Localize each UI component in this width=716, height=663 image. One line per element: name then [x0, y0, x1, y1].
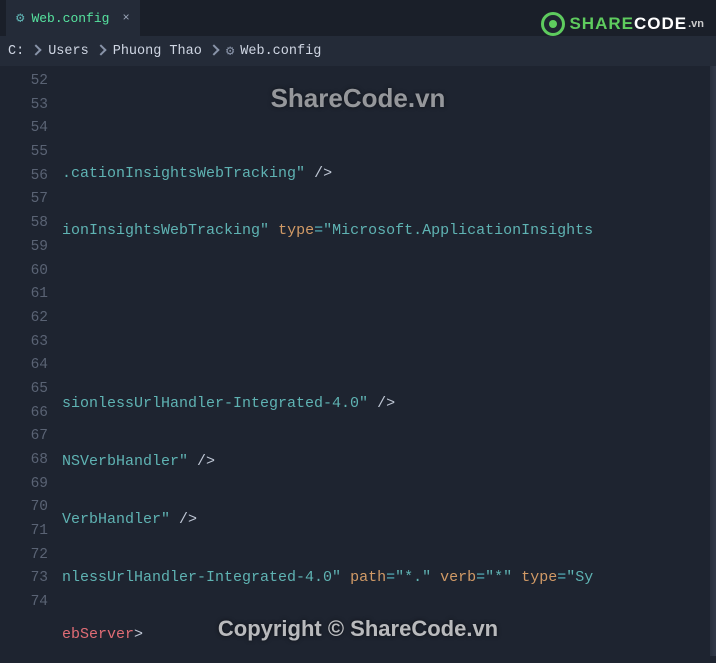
line-number: 54 [0, 117, 48, 141]
code-line [62, 335, 716, 359]
minimap[interactable] [710, 66, 716, 656]
gear-icon: ⚙ [16, 10, 24, 27]
line-number: 55 [0, 141, 48, 165]
line-number: 52 [0, 70, 48, 94]
breadcrumb: C: Users Phuong Thao ⚙ Web.config [0, 36, 716, 66]
tab-webconfig[interactable]: ⚙ Web.config × [6, 0, 140, 36]
line-number: 64 [0, 354, 48, 378]
code-line: sionlessUrlHandler-Integrated-4.0" /> [62, 392, 716, 416]
code-line [62, 277, 716, 301]
chevron-right-icon [210, 44, 218, 59]
line-number: 63 [0, 331, 48, 355]
line-number: 60 [0, 260, 48, 284]
line-number: 72 [0, 544, 48, 568]
line-number: 59 [0, 236, 48, 260]
line-number: 73 [0, 567, 48, 591]
close-icon[interactable]: × [122, 11, 129, 25]
line-number: 68 [0, 449, 48, 473]
line-number: 58 [0, 212, 48, 236]
line-number: 65 [0, 378, 48, 402]
line-number: 53 [0, 94, 48, 118]
line-number: 69 [0, 473, 48, 497]
line-number: 67 [0, 425, 48, 449]
line-number: 56 [0, 165, 48, 189]
chevron-right-icon [32, 44, 40, 59]
line-number: 57 [0, 188, 48, 212]
gear-icon: ⚙ [226, 43, 234, 60]
code-line: ebServer> [62, 623, 716, 647]
breadcrumb-file[interactable]: ⚙ Web.config [226, 43, 321, 60]
line-number: 71 [0, 520, 48, 544]
editor: 5253545556575859606162636465666768697071… [0, 66, 716, 663]
line-number: 62 [0, 307, 48, 331]
code-view[interactable]: .cationInsightsWebTracking" /> ionInsigh… [62, 66, 716, 663]
code-line: NSVerbHandler" /> [62, 450, 716, 474]
line-number: 66 [0, 402, 48, 426]
line-number: 61 [0, 283, 48, 307]
line-gutter: 5253545556575859606162636465666768697071… [0, 66, 62, 663]
breadcrumb-item-phuongthao[interactable]: Phuong Thao [113, 44, 202, 59]
code-line: .cationInsightsWebTracking" /> [62, 162, 716, 186]
breadcrumb-root[interactable]: C: [8, 44, 24, 59]
code-line: ionInsightsWebTracking" type="Microsoft.… [62, 219, 716, 243]
tab-bar: ⚙ Web.config × [0, 0, 716, 36]
breadcrumb-file-label: Web.config [240, 44, 321, 59]
line-number: 74 [0, 591, 48, 615]
tab-label: Web.config [31, 11, 109, 26]
breadcrumb-item-users[interactable]: Users [48, 44, 89, 59]
code-line [62, 104, 716, 128]
line-number: 70 [0, 496, 48, 520]
code-line: VerbHandler" /> [62, 508, 716, 532]
chevron-right-icon [97, 44, 105, 59]
code-line: nlessUrlHandler-Integrated-4.0" path="*.… [62, 566, 716, 590]
